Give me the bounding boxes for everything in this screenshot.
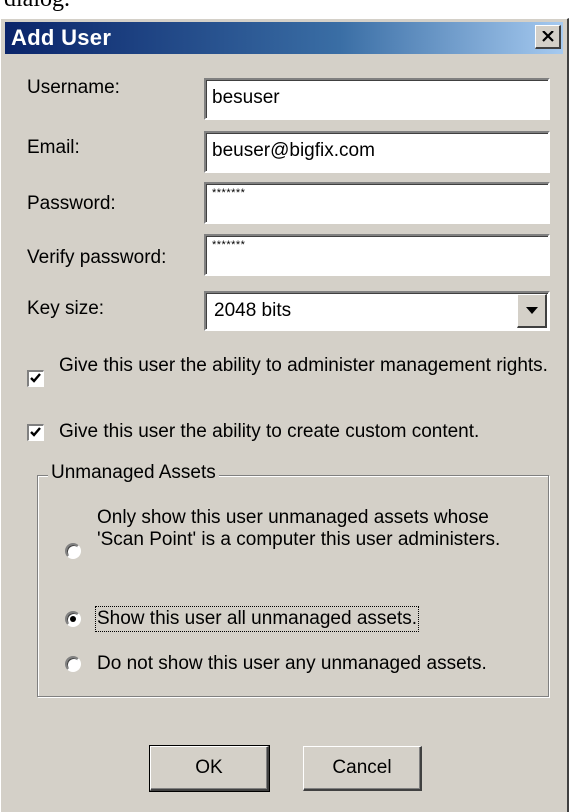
custom-content-label: Give this user the ability to create cus… <box>59 421 480 442</box>
chevron-down-icon <box>525 307 538 314</box>
email-label: Email: <box>27 137 80 158</box>
radio-option-no-assets[interactable] <box>65 656 81 672</box>
radio-label-scan-point: Only show this user unmanaged assets who… <box>97 507 501 550</box>
ok-button[interactable]: OK <box>149 745 270 792</box>
radio-label-all-assets: Show this user all unmanaged assets. <box>94 606 420 632</box>
admin-rights-label: Give this user the ability to administer… <box>59 355 548 376</box>
close-icon <box>541 31 554 42</box>
cancel-button[interactable]: Cancel <box>303 746 422 791</box>
username-label: Username: <box>27 77 120 98</box>
key-size-select[interactable]: 2048 bits <box>204 291 550 331</box>
key-size-value: 2048 bits <box>214 300 292 321</box>
password-field[interactable]: ******* <box>204 182 550 224</box>
checkmark-icon <box>30 373 41 383</box>
unmanaged-assets-legend: Unmanaged Assets <box>48 462 219 484</box>
title-bar[interactable]: Add User <box>5 22 563 54</box>
dialog-title: Add User <box>11 25 112 50</box>
radio-option-scan-point[interactable] <box>65 543 81 559</box>
document-text-fragment: dialog. <box>4 0 70 13</box>
radio-option-all-assets[interactable] <box>65 611 81 627</box>
admin-rights-checkbox[interactable] <box>27 370 44 387</box>
add-user-dialog: Add User Username: besuser Email: beuser… <box>0 18 569 812</box>
radio-label-no-assets: Do not show this user any unmanaged asse… <box>97 653 487 674</box>
custom-content-checkbox[interactable] <box>27 424 44 441</box>
key-size-dropdown-button[interactable] <box>517 294 547 328</box>
password-label: Password: <box>27 193 116 214</box>
verify-password-label: Verify password: <box>27 247 167 268</box>
key-size-label: Key size: <box>27 298 105 319</box>
checkmark-icon <box>30 427 41 437</box>
close-button[interactable] <box>535 25 561 49</box>
radio-selected-dot <box>70 616 76 622</box>
email-field[interactable]: beuser@bigfix.com <box>204 131 550 173</box>
verify-password-field[interactable]: ******* <box>204 234 550 276</box>
username-field[interactable]: besuser <box>204 78 550 120</box>
